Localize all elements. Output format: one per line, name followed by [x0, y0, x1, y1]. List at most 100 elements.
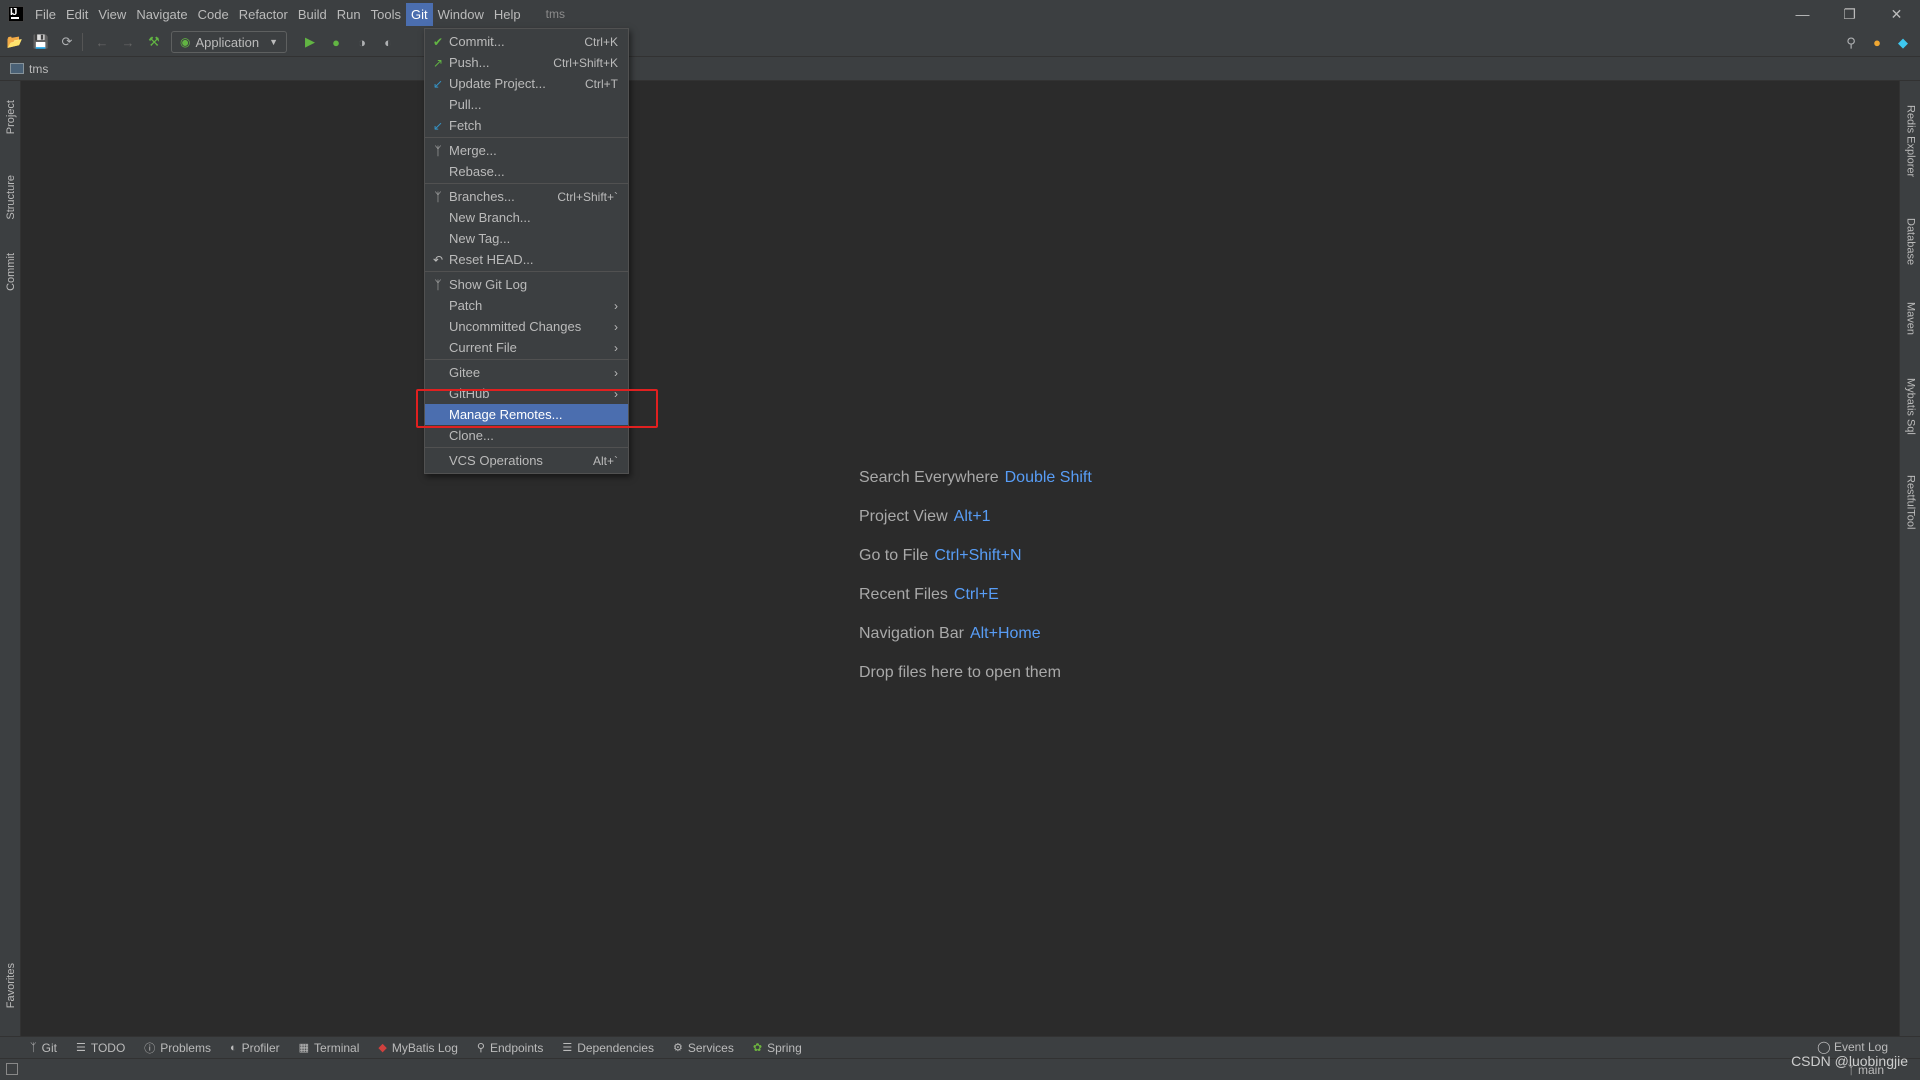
tool-tab-project[interactable]: Project: [0, 87, 21, 147]
breadcrumb-project[interactable]: tms: [29, 62, 48, 76]
run-configuration-select[interactable]: ◉ Application ▼: [171, 31, 288, 53]
search-icon[interactable]: ⚲: [1840, 32, 1862, 54]
status-bar: ᛉ main: [0, 1058, 1920, 1080]
tool-button-label: Profiler: [241, 1040, 280, 1055]
toggle-tool-windows-icon[interactable]: [6, 1063, 18, 1075]
git-menu-pull[interactable]: Pull...: [425, 94, 628, 115]
menu-help[interactable]: Help: [489, 3, 526, 26]
branch-icon: ᛉ: [30, 1041, 37, 1054]
hint-search-everywhere: Search Everywhere Double Shift: [859, 469, 1092, 508]
git-menu-branches[interactable]: ᛉ Branches... Ctrl+Shift+`: [425, 186, 628, 207]
git-menu-label: Push...: [449, 55, 490, 70]
git-menu-accel: Alt+`: [592, 453, 618, 468]
tool-button-spring[interactable]: ✿ Spring: [753, 1041, 802, 1055]
hint-recent-files: Recent Files Ctrl+E: [859, 586, 1092, 625]
tool-button-services[interactable]: ⚙ Services: [673, 1041, 734, 1055]
debug-bug-icon[interactable]: ●: [325, 31, 347, 53]
git-menu-vcs-operations[interactable]: VCS Operations Alt+`: [425, 450, 628, 471]
save-all-icon[interactable]: 💾: [30, 31, 52, 53]
git-menu-label: Rebase...: [449, 164, 505, 179]
menu-window[interactable]: Window: [433, 3, 489, 26]
git-menu-rebase[interactable]: Rebase...: [425, 161, 628, 182]
tool-tab-maven[interactable]: Maven: [1900, 291, 1920, 347]
merge-icon: ᛉ: [434, 143, 442, 158]
tool-button-dependencies[interactable]: ☰ Dependencies: [562, 1041, 654, 1055]
tool-tab-restfultool[interactable]: RestfulTool: [1900, 461, 1920, 543]
git-menu-clone[interactable]: Clone...: [425, 425, 628, 446]
hint-drop-files: Drop files here to open them: [859, 664, 1092, 703]
menu-view[interactable]: View: [93, 3, 131, 26]
plugin-colorful-icon[interactable]: ◆: [1892, 32, 1914, 54]
branch-icon: ᛉ: [434, 277, 442, 292]
tool-tab-favorites[interactable]: Favorites: [0, 951, 21, 1021]
git-menu-show-git-log[interactable]: ᛉ Show Git Log: [425, 274, 628, 295]
git-menu-label: New Branch...: [449, 210, 531, 225]
git-menu-update-project[interactable]: ↙ Update Project... Ctrl+T: [425, 73, 628, 94]
git-menu-patch[interactable]: Patch ›: [425, 295, 628, 316]
menu-separator: [425, 359, 628, 360]
menu-run[interactable]: Run: [332, 3, 366, 26]
window-controls: — ❐ ✕: [1779, 0, 1920, 28]
git-menu-uncommitted-changes[interactable]: Uncommitted Changes ›: [425, 316, 628, 337]
menu-tools[interactable]: Tools: [366, 3, 406, 26]
build-hammer-icon[interactable]: ⚒: [143, 31, 165, 53]
hint-label: Go to File: [859, 547, 929, 564]
menu-navigate[interactable]: Navigate: [131, 3, 192, 26]
git-menu-new-tag[interactable]: New Tag...: [425, 228, 628, 249]
tool-button-git[interactable]: ᛉ Git: [30, 1041, 57, 1055]
git-menu-new-branch[interactable]: New Branch...: [425, 207, 628, 228]
git-menu-label: VCS Operations: [449, 453, 543, 468]
menu-file[interactable]: File: [30, 3, 61, 26]
red-highlight-annotation: [416, 389, 658, 428]
coverage-icon[interactable]: ◑: [351, 31, 373, 53]
run-icon[interactable]: ▶: [299, 31, 321, 53]
back-arrow-icon[interactable]: ←: [91, 31, 113, 53]
sync-icon[interactable]: ⟳: [56, 31, 78, 53]
update-notification-icon[interactable]: ●: [1866, 32, 1888, 54]
tool-button-profiler[interactable]: ◐ Profiler: [230, 1041, 280, 1055]
tool-button-event-log[interactable]: ◯ Event Log: [1817, 1040, 1888, 1054]
restore-icon[interactable]: ❐: [1826, 0, 1873, 28]
git-menu-label: Merge...: [449, 143, 497, 158]
forward-arrow-icon[interactable]: →: [117, 31, 139, 53]
git-menu-commit[interactable]: ✔ Commit... Ctrl+K: [425, 31, 628, 52]
run-config-label: Application: [195, 34, 260, 50]
menu-refactor[interactable]: Refactor: [234, 3, 293, 26]
menu-edit[interactable]: Edit: [61, 3, 93, 26]
tool-button-terminal[interactable]: ▦ Terminal: [299, 1041, 360, 1055]
git-menu-merge[interactable]: ᛉ Merge...: [425, 140, 628, 161]
project-folder-icon: [10, 63, 24, 74]
menu-build[interactable]: Build: [293, 3, 332, 26]
menu-code[interactable]: Code: [193, 3, 234, 26]
tool-button-endpoints[interactable]: ⚲ Endpoints: [477, 1041, 543, 1055]
hint-shortcut: Ctrl+Shift+N: [934, 547, 1022, 564]
git-menu-current-file[interactable]: Current File ›: [425, 337, 628, 358]
tool-tab-redis-explorer[interactable]: Redis Explorer: [1900, 91, 1920, 191]
open-folder-icon[interactable]: 📂: [4, 31, 26, 53]
tool-button-mybatis-log[interactable]: ◆ MyBatis Log: [378, 1041, 458, 1055]
tool-button-label: Services: [687, 1040, 734, 1055]
tool-tab-commit[interactable]: Commit: [0, 241, 21, 303]
terminal-icon: ▦: [298, 1042, 310, 1054]
right-tool-strip: Redis Explorer Database Maven Mybatis Sq…: [1899, 81, 1920, 1036]
git-menu-gitee[interactable]: Gitee ›: [425, 362, 628, 383]
minimize-icon[interactable]: —: [1779, 0, 1826, 28]
hint-project-view: Project View Alt+1: [859, 508, 1092, 547]
menu-git[interactable]: Git: [405, 2, 433, 26]
git-menu-reset-head[interactable]: ↶ Reset HEAD...: [425, 249, 628, 270]
tool-tab-structure[interactable]: Structure: [0, 161, 21, 233]
git-menu-push[interactable]: ↗ Push... Ctrl+Shift+K: [425, 52, 628, 73]
profiler-icon[interactable]: ◐: [377, 31, 399, 53]
close-icon[interactable]: ✕: [1873, 0, 1920, 28]
tool-tab-database[interactable]: Database: [1900, 206, 1920, 278]
chevron-down-icon: ▼: [269, 37, 279, 47]
git-menu-label: Branches...: [449, 189, 515, 204]
git-menu-fetch[interactable]: ↙ Fetch: [425, 115, 628, 136]
tool-tab-mybatis-sql[interactable]: Mybatis Sql: [1900, 366, 1920, 446]
editor-empty-area: Search Everywhere Double Shift Project Vi…: [21, 81, 1899, 1036]
tool-button-todo[interactable]: ☰ TODO: [76, 1041, 125, 1055]
profiler-icon: ◐: [229, 1041, 237, 1054]
tool-button-problems[interactable]: ⓘ Problems: [144, 1040, 211, 1056]
git-menu-label: Commit...: [449, 34, 505, 49]
hint-label: Project View: [859, 508, 948, 525]
